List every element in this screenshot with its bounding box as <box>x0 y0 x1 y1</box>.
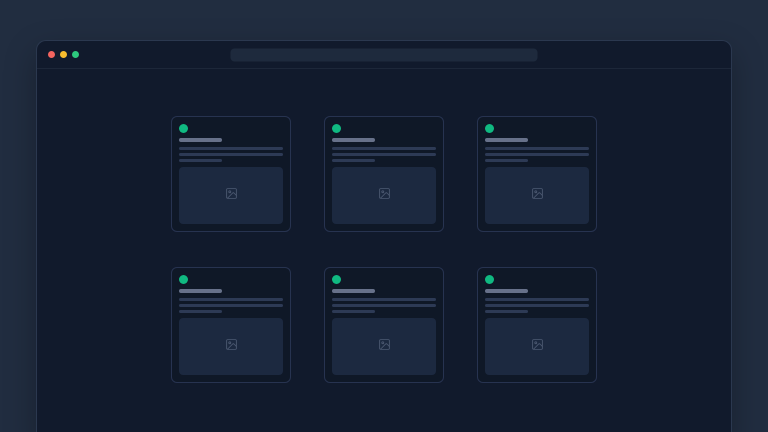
image-placeholder <box>485 318 589 375</box>
content-card[interactable] <box>324 267 444 383</box>
content-card[interactable] <box>477 267 597 383</box>
image-placeholder-icon <box>225 338 238 356</box>
address-bar[interactable] <box>231 48 538 61</box>
image-placeholder <box>179 318 283 375</box>
image-placeholder <box>485 167 589 224</box>
image-placeholder-icon <box>378 338 391 356</box>
image-placeholder <box>332 167 436 224</box>
status-dot <box>485 124 494 133</box>
skeleton-text-line <box>485 298 589 301</box>
content-card[interactable] <box>324 116 444 232</box>
image-placeholder-icon <box>378 187 391 205</box>
skeleton-text-line <box>179 153 283 156</box>
image-placeholder <box>332 318 436 375</box>
status-dot <box>179 124 188 133</box>
maximize-button[interactable] <box>72 51 79 58</box>
skeleton-title-bar <box>179 289 222 293</box>
content-card[interactable] <box>171 116 291 232</box>
status-dot <box>332 124 341 133</box>
image-placeholder-icon <box>531 338 544 356</box>
skeleton-text-line-short <box>179 159 222 162</box>
image-placeholder-icon <box>225 187 238 205</box>
skeleton-title-bar <box>485 138 528 142</box>
skeleton-text-line-short <box>332 310 375 313</box>
status-dot <box>485 275 494 284</box>
skeleton-text-line <box>332 298 436 301</box>
status-dot <box>179 275 188 284</box>
skeleton-text-line <box>485 153 589 156</box>
skeleton-title-bar <box>332 289 375 293</box>
status-dot <box>332 275 341 284</box>
skeleton-text-line <box>332 147 436 150</box>
minimize-button[interactable] <box>60 51 67 58</box>
skeleton-text-line <box>179 147 283 150</box>
image-placeholder-icon <box>531 187 544 205</box>
skeleton-text-line-short <box>332 159 375 162</box>
skeleton-title-bar <box>485 289 528 293</box>
skeleton-text-line <box>332 153 436 156</box>
skeleton-text-line-short <box>485 159 528 162</box>
skeleton-title-bar <box>179 138 222 142</box>
skeleton-title-bar <box>332 138 375 142</box>
content-card[interactable] <box>171 267 291 383</box>
image-placeholder <box>179 167 283 224</box>
card-grid <box>171 116 597 383</box>
skeleton-text-line <box>332 304 436 307</box>
window-titlebar <box>37 41 731 69</box>
skeleton-text-line <box>179 298 283 301</box>
skeleton-text-line <box>485 147 589 150</box>
skeleton-text-line-short <box>179 310 222 313</box>
skeleton-text-line <box>485 304 589 307</box>
close-button[interactable] <box>48 51 55 58</box>
content-card[interactable] <box>477 116 597 232</box>
skeleton-text-line-short <box>485 310 528 313</box>
browser-window <box>36 40 732 432</box>
skeleton-text-line <box>179 304 283 307</box>
traffic-lights <box>48 51 79 58</box>
